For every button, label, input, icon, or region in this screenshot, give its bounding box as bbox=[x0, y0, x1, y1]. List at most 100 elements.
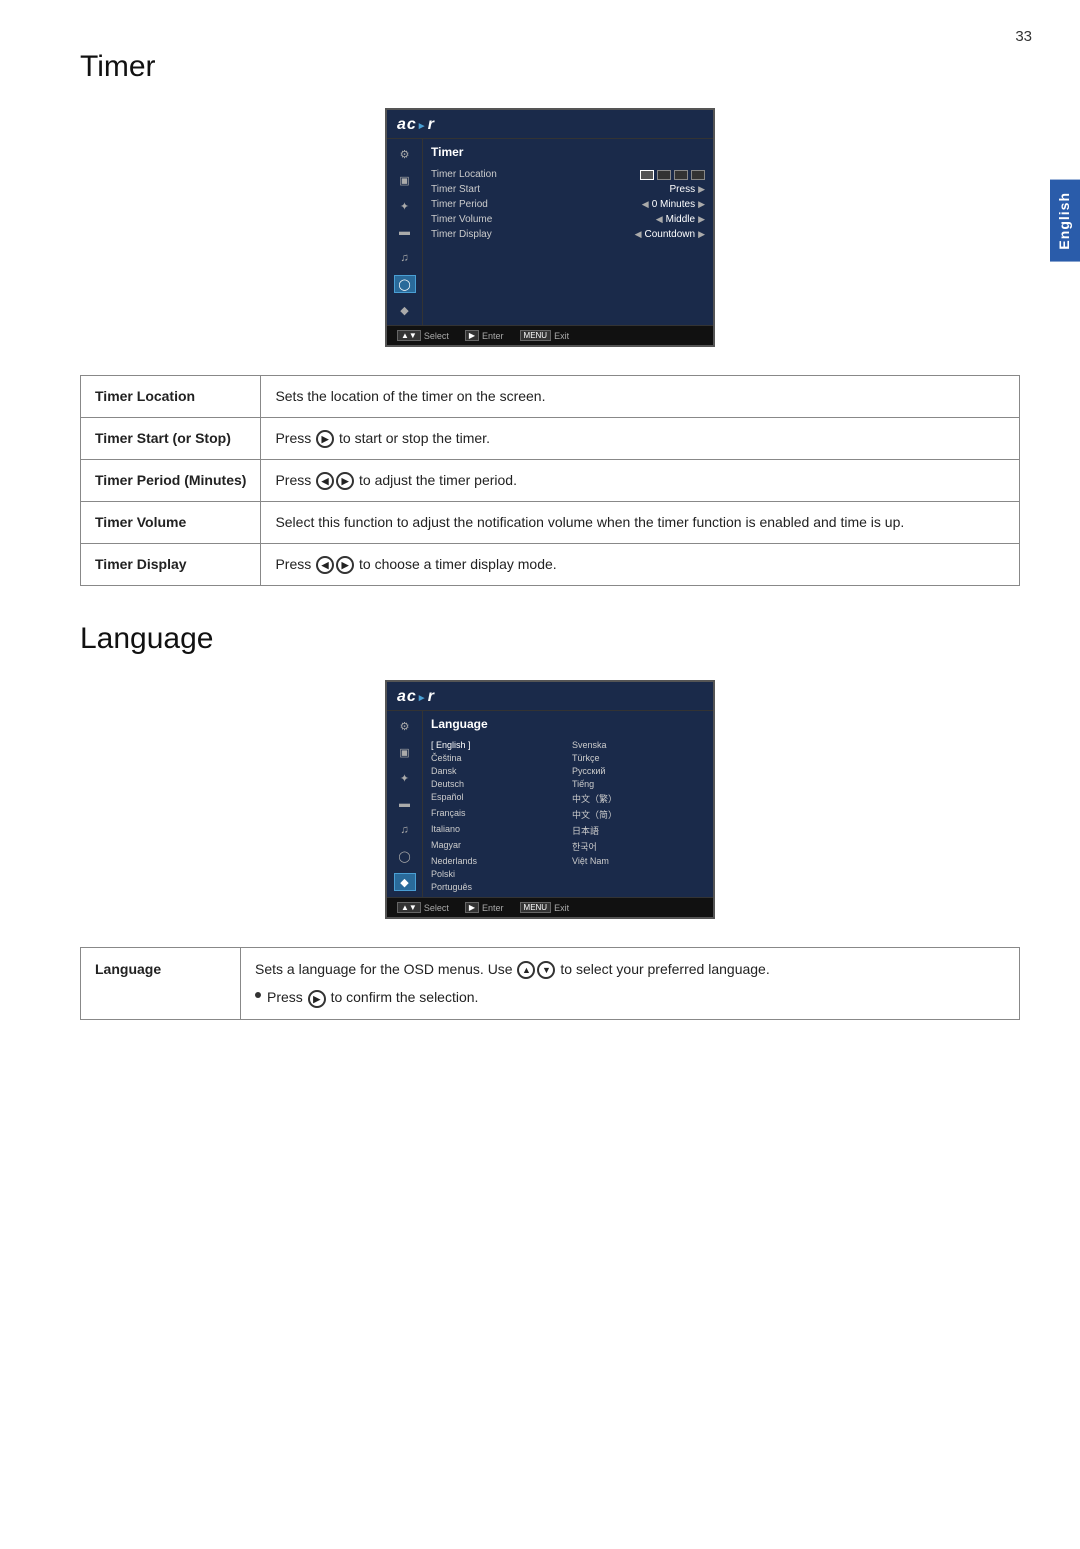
osd-row-location: Timer Location bbox=[431, 167, 705, 182]
table-row: Timer Location Sets the location of the … bbox=[81, 376, 1020, 418]
language-title: Language bbox=[80, 622, 1020, 656]
timer-desc-table: Timer Location Sets the location of the … bbox=[80, 375, 1020, 586]
right-arrow-btn: ▶ bbox=[316, 430, 334, 448]
lang-item-polski: Polski bbox=[431, 868, 564, 880]
lang-item-dansk: Dansk bbox=[431, 765, 564, 777]
bullet-text: Press ▶ to confirm the selection. bbox=[267, 986, 478, 1008]
osd-icon-settings: ⚙ bbox=[394, 145, 416, 163]
lang-item-deutsch: Deutsch bbox=[431, 778, 564, 790]
lang-item-portugues: Português bbox=[431, 881, 564, 893]
osd-row-label-display: Timer Display bbox=[431, 229, 635, 240]
lang-item-korean: 한국어 bbox=[572, 839, 705, 854]
lang-item-tieng: Tiếng bbox=[572, 778, 705, 790]
lang-osd-sidebar: ⚙ ▣ ✦ ▬ ♫ ◯ ◆ bbox=[387, 711, 423, 897]
osd-header: ac►r bbox=[387, 110, 713, 139]
lang-osd-footer-select: ▲▼ Select bbox=[397, 902, 449, 913]
lang-osd-key-exit: MENU bbox=[520, 902, 552, 913]
lang-osd-icon-settings: ⚙ bbox=[394, 717, 416, 735]
table-cell-desc: Press ◀▶ to choose a timer display mode. bbox=[261, 544, 1020, 586]
bullet-dot bbox=[255, 992, 261, 998]
loc-icon-2 bbox=[657, 170, 671, 180]
osd-row-label-location: Timer Location bbox=[431, 169, 640, 180]
osd-row-label-volume: Timer Volume bbox=[431, 214, 656, 225]
loc-icon-1 bbox=[640, 170, 654, 180]
osd-footer-exit-label: Exit bbox=[554, 331, 569, 341]
osd-footer-select: ▲▼ Select bbox=[397, 330, 449, 341]
lang-item-italiano: Italiano bbox=[431, 823, 564, 838]
timer-osd-container: ac►r ⚙ ▣ ✦ ▬ ♫ ◯ ◆ Timer Ti bbox=[80, 108, 1020, 347]
table-row: Timer Volume Select this function to adj… bbox=[81, 502, 1020, 544]
osd-section-title: Timer bbox=[431, 143, 705, 161]
osd-icon-extra: ◆ bbox=[394, 301, 416, 319]
osd-footer: ▲▼ Select ▶ Enter MENU Exit bbox=[387, 325, 713, 345]
osd-value-start-text: Press bbox=[670, 184, 696, 195]
osd-row-label-period: Timer Period bbox=[431, 199, 642, 210]
location-icons bbox=[640, 170, 705, 180]
lang-osd-icon-timer: ◯ bbox=[394, 847, 416, 865]
osd-arrow-display-left: ◀ bbox=[635, 229, 642, 240]
lang-item-espanol: Español bbox=[431, 791, 564, 806]
table-row: Timer Start (or Stop) Press ▶ to start o… bbox=[81, 418, 1020, 460]
left-arrow-btn: ◀ bbox=[316, 472, 334, 490]
lang-osd-header: ac►r bbox=[387, 682, 713, 711]
osd-icon-display: ▬ bbox=[394, 223, 416, 241]
osd-key-enter: ▶ bbox=[465, 330, 479, 341]
left-arrow-btn-2: ◀ bbox=[316, 556, 334, 574]
osd-row-label-start: Timer Start bbox=[431, 184, 670, 195]
table-cell-label: Timer Period (Minutes) bbox=[81, 460, 261, 502]
lang-osd-icon-color: ✦ bbox=[394, 769, 416, 787]
osd-key-exit: MENU bbox=[520, 330, 552, 341]
table-cell-desc: Select this function to adjust the notif… bbox=[261, 502, 1020, 544]
osd-body: ⚙ ▣ ✦ ▬ ♫ ◯ ◆ Timer Timer Location bbox=[387, 139, 713, 325]
lang-osd-body: ⚙ ▣ ✦ ▬ ♫ ◯ ◆ Language [ English ] Svens… bbox=[387, 711, 713, 897]
osd-footer-select-label: Select bbox=[424, 331, 449, 341]
lang-item-chinese-trad: 中文（繁） bbox=[572, 791, 705, 806]
lang-osd-footer-exit: MENU Exit bbox=[520, 902, 570, 913]
lang-osd-section-title: Language bbox=[431, 715, 705, 733]
osd-row-value-volume: ◀ Middle ▶ bbox=[656, 214, 705, 225]
table-cell-desc: Sets a language for the OSD menus. Use ▲… bbox=[241, 948, 1020, 1020]
osd-footer-enter-label: Enter bbox=[482, 331, 504, 341]
timer-title: Timer bbox=[80, 50, 1020, 84]
lang-item-english: [ English ] bbox=[431, 739, 564, 751]
osd-arrow-period-left: ◀ bbox=[642, 199, 649, 210]
lang-osd-icon-lang: ◆ bbox=[394, 873, 416, 891]
osd-arrow-period-right: ▶ bbox=[698, 199, 705, 210]
language-tab: English bbox=[1050, 180, 1080, 262]
lang-bullet-list: Press ▶ to confirm the selection. bbox=[255, 986, 1005, 1008]
osd-arrow-volume-left: ◀ bbox=[656, 214, 663, 225]
acer-logo-2: ac►r bbox=[397, 688, 703, 706]
table-row: Timer Period (Minutes) Press ◀▶ to adjus… bbox=[81, 460, 1020, 502]
page-number: 33 bbox=[1015, 28, 1032, 45]
osd-row-start: Timer Start Press ▶ bbox=[431, 182, 705, 197]
up-arrow-btn: ▲ bbox=[517, 961, 535, 979]
osd-row-value-start: Press ▶ bbox=[670, 184, 705, 195]
osd-icon-color: ✦ bbox=[394, 197, 416, 215]
lang-osd-footer-select-label: Select bbox=[424, 903, 449, 913]
table-row: Timer Display Press ◀▶ to choose a timer… bbox=[81, 544, 1020, 586]
right-arrow-btn-3: ▶ bbox=[336, 556, 354, 574]
osd-sidebar: ⚙ ▣ ✦ ▬ ♫ ◯ ◆ bbox=[387, 139, 423, 325]
lang-item-francais: Français bbox=[431, 807, 564, 822]
bullet-item: Press ▶ to confirm the selection. bbox=[255, 986, 1005, 1008]
lang-osd-icon-display: ▬ bbox=[394, 795, 416, 813]
table-cell-label: Language bbox=[81, 948, 241, 1020]
osd-icon-timer: ◯ bbox=[394, 275, 416, 293]
loc-icon-4 bbox=[691, 170, 705, 180]
osd-key-select: ▲▼ bbox=[397, 330, 421, 341]
acer-logo: ac►r bbox=[397, 116, 703, 134]
lang-item-nederlands: Nederlands bbox=[431, 855, 564, 867]
lang-item-empty bbox=[572, 868, 705, 880]
osd-footer-exit: MENU Exit bbox=[520, 330, 570, 341]
osd-row-display: Timer Display ◀ Countdown ▶ bbox=[431, 227, 705, 242]
down-arrow-btn: ▼ bbox=[537, 961, 555, 979]
timer-osd-screen: ac►r ⚙ ▣ ✦ ▬ ♫ ◯ ◆ Timer Ti bbox=[385, 108, 715, 347]
osd-value-display-text: Countdown bbox=[644, 229, 695, 240]
table-cell-desc: Press ◀▶ to adjust the timer period. bbox=[261, 460, 1020, 502]
lang-desc-text: Sets a language for the OSD menus. Use ▲… bbox=[255, 961, 770, 977]
lang-osd-main: Language [ English ] Svenska Čeština Tür… bbox=[423, 711, 713, 897]
osd-arrow-start-right: ▶ bbox=[698, 184, 705, 195]
lang-osd-footer-exit-label: Exit bbox=[554, 903, 569, 913]
table-cell-desc: Press ▶ to start or stop the timer. bbox=[261, 418, 1020, 460]
table-row: Language Sets a language for the OSD men… bbox=[81, 948, 1020, 1020]
